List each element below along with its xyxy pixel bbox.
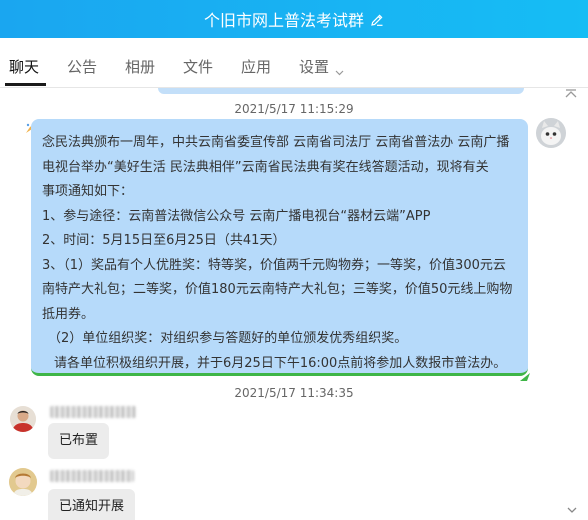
notice-line: 3、（1）奖品有个人优胜奖：特等奖，价值两千元购物券；一等奖，价值300元云 bbox=[42, 257, 506, 273]
notice-line: 念民法典颁布一周年，中共云南省委宣传部 云南省司法厅 云南省普法办 云南广播 bbox=[42, 135, 510, 150]
sender-name-redacted bbox=[50, 470, 134, 482]
notice-line: 1、参与途径：云南普法微信公众号 云南广播电视台“器材云端”APP bbox=[42, 208, 431, 224]
message-timestamp: 2021/5/17 11:34:35 bbox=[234, 386, 354, 400]
pencil-edit-icon[interactable] bbox=[370, 12, 384, 26]
notice-line: （2）单位组织奖：对组织参与答题好的单位颁发优秀组织奖。 bbox=[48, 331, 408, 346]
chevron-down-icon[interactable] bbox=[566, 504, 578, 514]
tab-apps[interactable]: 应用 bbox=[241, 56, 271, 77]
chat-message-area[interactable]: 2021/5/17 11:15:29 念民法典颁布一周年，中共云南省委宣传部 云… bbox=[0, 88, 588, 520]
avatar[interactable] bbox=[536, 118, 566, 148]
chat-message-bubble[interactable]: 已通知开展 bbox=[48, 489, 136, 520]
tab-settings-label: 设置 bbox=[299, 58, 330, 76]
group-title: 个旧市网上普法考试群 bbox=[203, 11, 364, 30]
notice-line: 事项通知如下： bbox=[42, 184, 134, 199]
tab-chat[interactable]: 聊天 bbox=[9, 56, 39, 77]
notice-line: 电视台举办“美好生活 民法典相伴”云南省民法典有奖在线答题活动，现将有关 bbox=[42, 159, 489, 175]
notice-line: 南特产大礼包；二等奖，价值180元云南特产大礼包；三等奖，价值50元线上购物 bbox=[42, 282, 513, 297]
tab-files[interactable]: 文件 bbox=[183, 56, 213, 77]
collapse-icon[interactable] bbox=[564, 88, 578, 100]
avatar[interactable] bbox=[9, 468, 37, 496]
notice-line: 抵用券。 bbox=[42, 306, 95, 322]
active-tab-indicator bbox=[5, 83, 46, 86]
chat-message-bubble[interactable]: 已布置 bbox=[48, 423, 110, 459]
notice-message-bubble[interactable]: 念民法典颁布一周年，中共云南省委宣传部 云南省司法厅 云南省普法办 云南广播 电… bbox=[31, 119, 528, 376]
previous-message-bubble bbox=[158, 88, 524, 94]
window-titlebar: 个旧市网上普法考试群 bbox=[0, 0, 588, 38]
notice-line: 请各单位积极组织开展，并于6月25日下午16:00点前将参加人数报市普法办。 bbox=[54, 355, 507, 371]
avatar[interactable] bbox=[10, 406, 36, 432]
bubble-corner-decoration-icon bbox=[520, 370, 530, 381]
notice-line: 2、时间：5月15日至6月25日（共41天） bbox=[42, 233, 286, 248]
tab-album[interactable]: 相册 bbox=[125, 56, 155, 77]
sender-name-redacted bbox=[50, 406, 136, 418]
message-timestamp: 2021/5/17 11:15:29 bbox=[234, 102, 354, 116]
tab-announcements[interactable]: 公告 bbox=[67, 56, 97, 77]
tab-bar: 聊天 公告 相册 文件 应用 设置 bbox=[0, 38, 588, 112]
tab-settings[interactable]: 设置 bbox=[299, 56, 344, 77]
chevron-down-icon bbox=[335, 63, 344, 76]
